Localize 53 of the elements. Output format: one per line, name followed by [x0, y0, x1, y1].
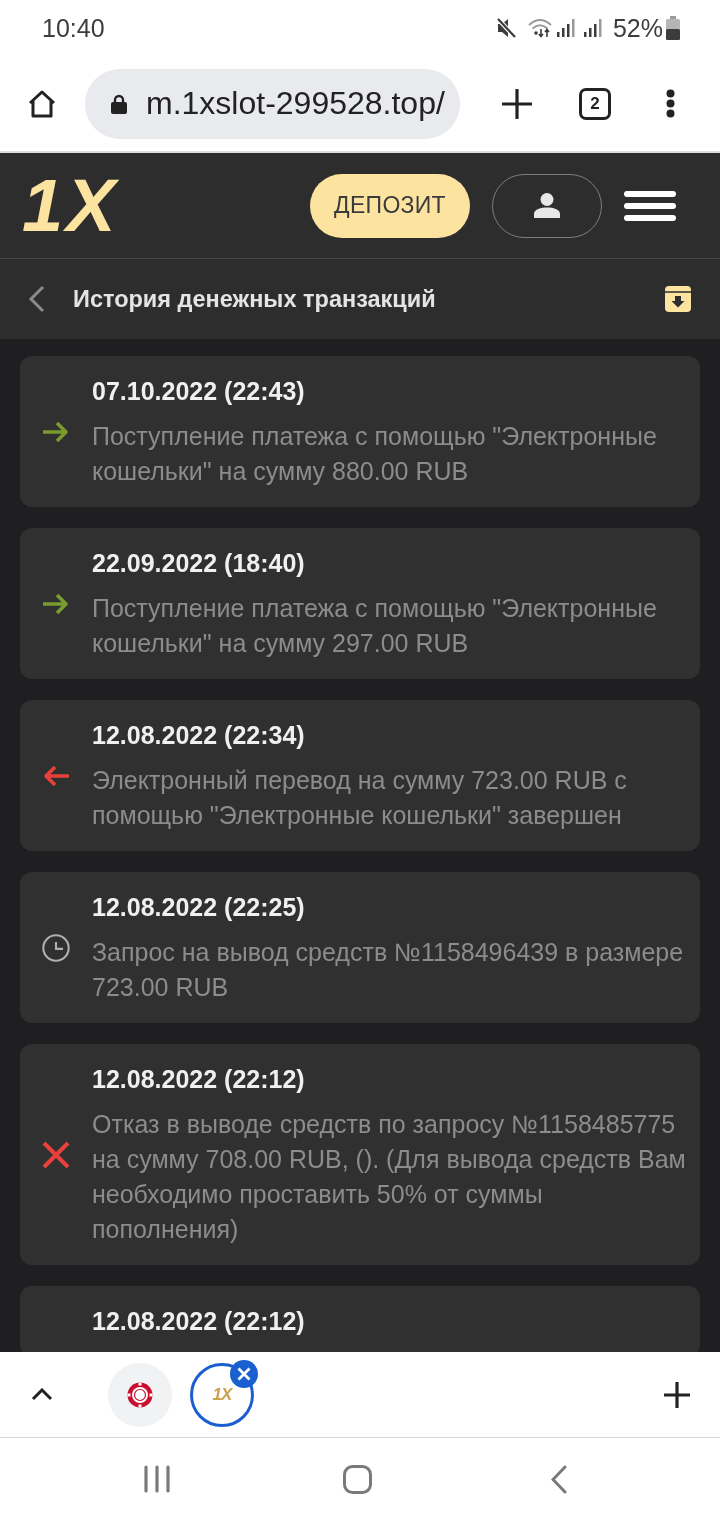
- recent-apps-icon: [143, 1465, 170, 1493]
- person-icon: [534, 193, 560, 218]
- more-button[interactable]: [666, 89, 675, 118]
- transaction-date: 12.08.2022 (22:25): [92, 892, 306, 923]
- site-logo[interactable]: 1X: [22, 168, 119, 243]
- transaction-date: 12.08.2022 (22:34): [92, 720, 306, 751]
- arrow-right-icon: [42, 420, 70, 443]
- battery-icon: [666, 16, 680, 40]
- transaction-description: Запрос на вывод средств №1158496439 в размере 723.00 RUB: [92, 937, 685, 1003]
- transaction-date: 12.08.2022 (22:12): [92, 1306, 306, 1337]
- home-icon: [27, 88, 57, 119]
- transaction-date: 12.08.2022 (22:12): [92, 1064, 306, 1095]
- close-tab-button[interactable]: [230, 1359, 258, 1388]
- signal-icon: [582, 18, 603, 38]
- back-button[interactable]: [550, 1464, 567, 1494]
- transaction-date: 07.10.2022 (22:43): [92, 376, 306, 407]
- home-square-icon: [343, 1464, 372, 1494]
- poker-chip-icon: [127, 1381, 153, 1408]
- more-icon: [666, 89, 675, 118]
- signal-icon: [555, 18, 576, 38]
- arrow-left-icon: [42, 764, 70, 787]
- tab-logo: 1X: [212, 1384, 232, 1405]
- lock-icon: [111, 93, 127, 114]
- deposit-button[interactable]: ДЕПОЗИТ: [310, 173, 470, 238]
- menu-icon: [624, 190, 676, 221]
- archive-button[interactable]: [665, 286, 691, 312]
- tab-count-button[interactable]: 2: [579, 87, 611, 120]
- transaction-description: Поступление платежа с помощью "Электронные кошельки" на сумму 880.00 RUB: [92, 421, 658, 487]
- new-tab-button[interactable]: [502, 88, 532, 119]
- mute-icon: [495, 17, 517, 39]
- arrow-right-icon: [42, 592, 70, 615]
- chevron-up-icon: [31, 1388, 53, 1401]
- plus-icon: [663, 1380, 691, 1409]
- address-bar[interactable]: m.1xslot-299528.top/: [85, 68, 460, 139]
- back-button[interactable]: [28, 285, 45, 313]
- back-icon: [550, 1464, 567, 1494]
- status-time: 10:40: [42, 13, 105, 43]
- transaction-description: Электронный перевод на сумму 723.00 RUB с помощью "Электронные кошельки" завершен: [92, 765, 628, 831]
- clock-icon: [42, 931, 70, 964]
- plus-icon: [502, 88, 532, 119]
- transaction-description: Поступление платежа с помощью "Электронные кошельки" на сумму 297.00 RUB: [92, 593, 658, 659]
- transaction-description: Отказ в выводе средств по запросу №1158485775 на сумму 708.00 RUB, (). (Для вывода средств Вам необходимо проставить 50% от суммы пополнения): [92, 1109, 687, 1245]
- archive-download-icon: [665, 286, 691, 312]
- recent-apps-button[interactable]: [143, 1465, 170, 1493]
- url-text: m.1xslot-299528.top/: [146, 85, 445, 122]
- battery-percent: 52%: [612, 13, 663, 43]
- close-icon: [237, 1366, 251, 1381]
- wifi-icon: [527, 18, 552, 38]
- page-title: История денежных транзакций: [73, 285, 436, 313]
- chevron-left-icon: [28, 285, 45, 313]
- cross-icon: [42, 1140, 70, 1169]
- transaction-date: 22.09.2022 (18:40): [92, 548, 306, 579]
- home-button[interactable]: [27, 88, 57, 119]
